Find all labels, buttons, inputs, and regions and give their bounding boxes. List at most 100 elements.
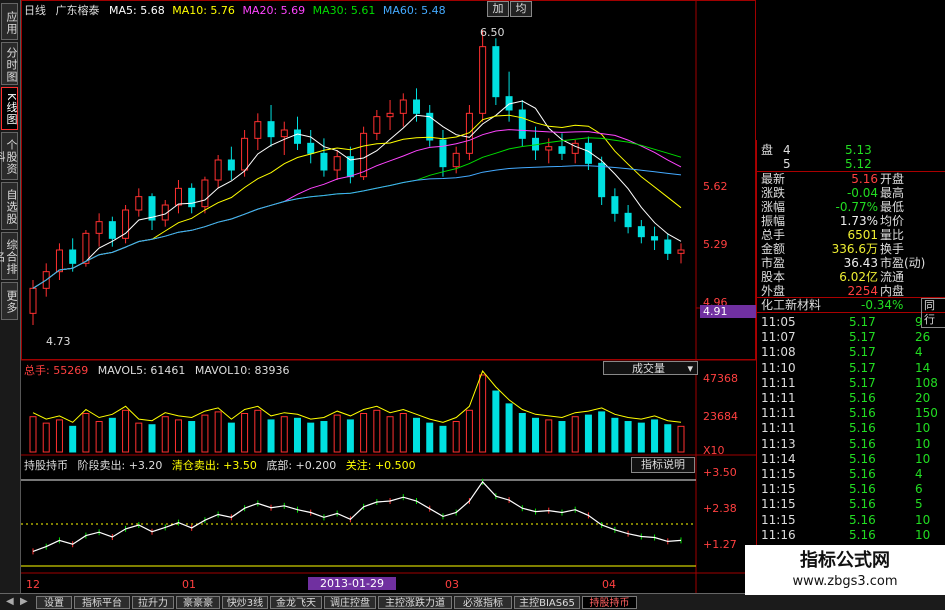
watermark-title: 指标公式网 [800,550,890,571]
price-tick: 5.62 [703,180,728,193]
mavol-line [32,370,682,423]
sidebar-tab[interactable]: 分时图 [1,42,18,85]
stat-label: 市盈 [761,256,786,270]
tick-volume: 5 [915,497,923,512]
sidebar-tab[interactable]: 个股资料 [0,132,18,180]
bottom-tab[interactable]: 快炒3线 [222,596,268,609]
volume-bar [161,416,169,453]
bottom-tab[interactable]: 指标平台 [74,596,130,609]
tick-time: 11:11 [761,406,796,421]
indicator-selector[interactable]: 成交量 ▾ [603,361,698,375]
candle-body [293,129,301,144]
volume-bar [399,413,407,453]
scroll-left-icon[interactable]: ◀ [6,596,14,607]
bottom-tab[interactable]: 调庄控盘 [324,596,376,609]
sidebar-tab[interactable]: 综合排名 [0,232,18,280]
candle-body [108,221,116,239]
volume-bar [426,422,434,453]
ma30-label: MA30: 5.61 [312,4,376,17]
tick-volume: 6 [915,482,923,497]
stat-value: -0.77% [835,200,878,214]
indicator-explain-button[interactable]: 指标说明 [631,457,695,473]
volume-tick: X10 [703,444,725,457]
chevron-down-icon: ▾ [687,362,693,375]
scroll-right-icon[interactable]: ▶ [20,596,28,607]
tick-time: 11:15 [761,482,796,497]
indicator-name: 持股持币 [24,459,68,472]
tick-row: 11:07 5.17 26 [757,330,945,344]
chart-header: 日线 广东榕泰 MA5: 5.68 MA10: 5.76 MA20: 5.69 … [24,2,446,18]
volume-bar [174,419,182,453]
bottom-tab[interactable]: 设置 [36,596,72,609]
bottom-tab[interactable]: 主控BIAS65 [514,596,580,609]
sidebar-tab[interactable]: 更多 [1,282,18,320]
volume-bar [465,409,473,453]
tick-volume: 4 [915,345,923,360]
bottom-tab[interactable]: 豪豪豪 [176,596,220,609]
stat-label: 均价 [880,214,905,228]
kline-chart[interactable] [21,0,756,593]
crosshair-date-box: 2013-01-29 [308,577,396,590]
avg-button[interactable]: 均 [510,1,532,17]
ma-line [32,129,682,289]
tick-time: 11:16 [761,527,796,542]
stat-label: 金额 [761,242,786,256]
volume-bar [320,421,328,453]
tick-price: 5.16 [849,391,876,405]
indicator-label: 清仓卖出: +3.50 [171,459,257,472]
tick-price: 5.16 [849,527,876,542]
candle-body [280,129,288,138]
period-label[interactable]: 日线 [24,4,46,17]
x-axis-label: 12 [26,578,40,591]
stat-label: 市盈(动) [880,256,926,270]
tick-price: 5.17 [849,345,876,360]
bottom-tab[interactable]: 金龙飞天 [270,596,322,609]
tick-time: 11:15 [761,497,796,512]
tick-price: 5.16 [849,467,876,481]
tick-time: 11:11 [761,375,796,390]
candle-body [558,146,566,154]
volume-bar [571,416,579,453]
quote-stat-row: 股本 6.02亿 流通 [757,270,945,284]
watermark: 指标公式网 www.zbgs3.com [745,545,945,595]
quote-stat-row: 涨幅 -0.77% 最低 [757,200,945,214]
candle-body [518,109,526,139]
ma60-label: MA60: 5.48 [382,4,446,17]
tick-volume: 10 [915,436,931,451]
indicator-line [32,480,682,552]
bottom-tab[interactable]: 主控涨跌力道 [378,596,452,609]
sidebar-tab[interactable]: 自选股 [1,182,18,230]
tick-time: 11:11 [761,391,796,405]
volume-bar [29,416,37,453]
volume-total: 总手: 55269 [24,364,89,377]
quote-stat-row: 金额 336.6万 换手 [757,242,945,256]
sidebar-tab[interactable]: 应用 [1,3,18,40]
tick-price: 5.16 [849,497,876,512]
sidebar-tab[interactable]: K线图 [1,87,18,130]
stat-label: 涨跌 [761,186,786,200]
volume-bar [188,421,196,453]
volume-bar [42,422,50,453]
tick-price: 5.16 [849,512,876,527]
stat-value: 6501 [847,228,878,242]
candle-body [174,187,182,206]
candle-body [373,116,381,134]
quote-stat-row: 振幅 1.73% 均价 [757,214,945,228]
quote-stat-row: 市盈 36.43 市盈(动) [757,256,945,270]
bottom-tab[interactable]: 必涨指标 [454,596,512,609]
add-button[interactable]: 加 [487,1,509,17]
ma5-label: MA5: 5.68 [109,4,165,17]
stat-value: 5.16 [851,172,878,186]
volume-bar [532,417,540,453]
sector-row[interactable]: 化工新材料 -0.34% 同行 [757,297,945,328]
candle-body [651,236,659,241]
tick-row: 11:11 5.17 108 [757,376,945,390]
mavol10-label: MAVOL10: 83936 [194,364,290,377]
volume-bar [664,424,672,453]
bottom-tab[interactable]: 拉升力 [132,596,174,609]
volume-bar [280,416,288,453]
indicator-selector-label: 成交量 [632,362,665,375]
bottom-tab[interactable]: 持股持币 [582,596,637,609]
volume-bar [108,417,116,453]
candle-body [360,132,368,178]
